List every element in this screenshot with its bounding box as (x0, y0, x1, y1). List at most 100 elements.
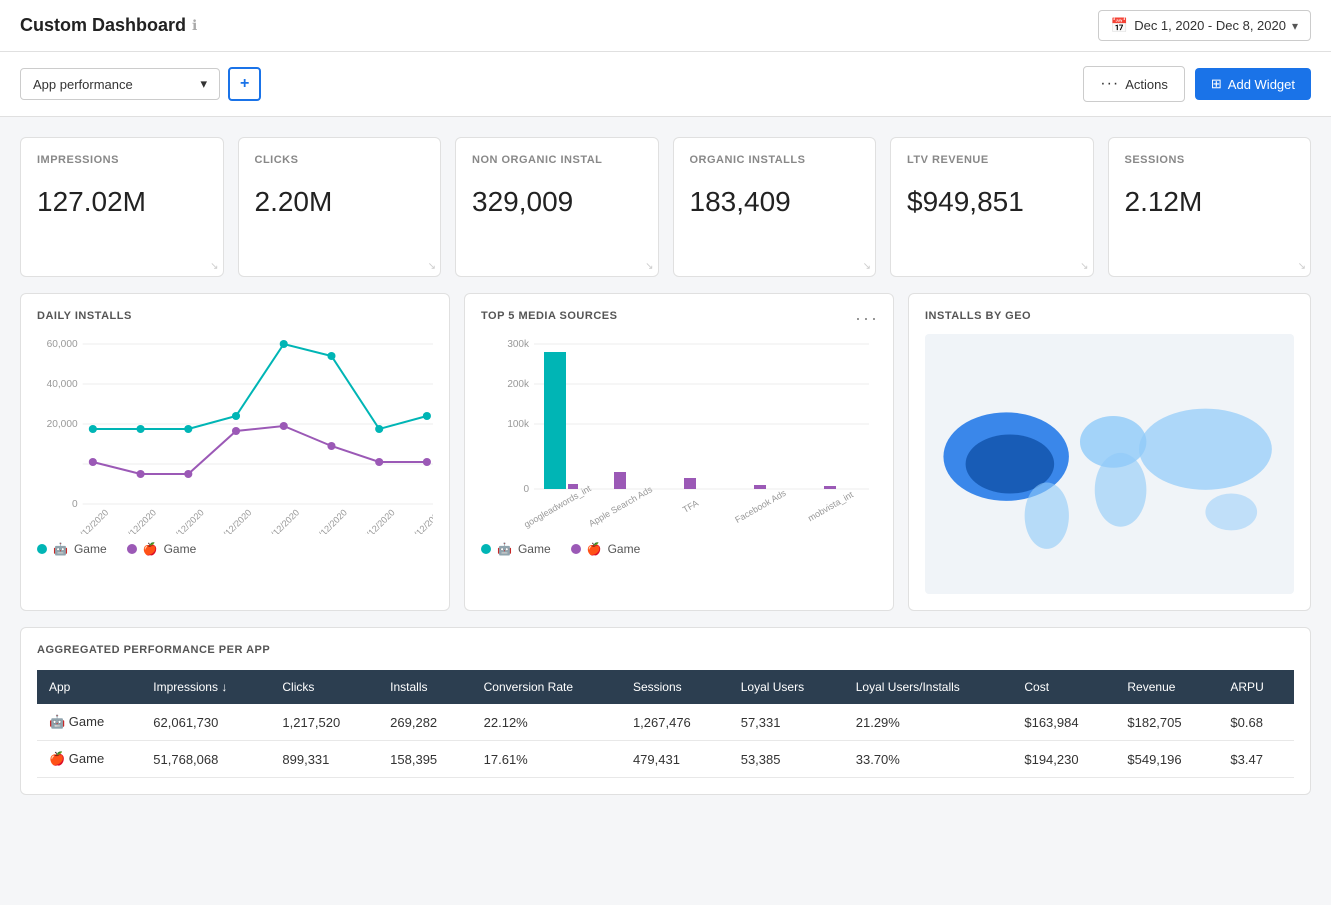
table-cell: 33.70% (844, 741, 1013, 778)
aggregated-table-section: AGGREGATED PERFORMANCE PER APP AppImpres… (20, 627, 1311, 795)
page-title: Custom Dashboard (20, 15, 186, 36)
legend-media-apple-icon: 🍎 (587, 542, 602, 556)
daily-installs-legend: 🤖 Game 🍎 Game (37, 542, 433, 556)
svg-text:Facebook Ads: Facebook Ads (733, 488, 788, 525)
th-clicks: Clicks (270, 670, 378, 704)
legend-media-android-icon: 🤖 (497, 542, 512, 556)
page-header: Custom Dashboard ℹ 📅 Dec 1, 2020 - Dec 8… (0, 0, 1331, 52)
svg-text:0: 0 (523, 484, 529, 495)
kpi-label: NON ORGANIC INSTAL (472, 154, 642, 166)
table-cell: $0.68 (1218, 704, 1294, 741)
table-cell: $163,984 (1012, 704, 1115, 741)
legend-media-android-label: Game (518, 542, 551, 556)
svg-text:Apple Search Ads: Apple Search Ads (587, 484, 654, 529)
svg-text:60,000: 60,000 (47, 339, 78, 350)
add-widget-button[interactable]: ⊞ Add Widget (1195, 68, 1311, 100)
legend-media-apple: 🍎 Game (571, 542, 641, 556)
legend-media-apple-label: Game (608, 542, 641, 556)
svg-text:05/12/2020: 05/12/2020 (262, 507, 301, 534)
world-map (925, 334, 1294, 594)
table-cell: 1,217,520 (270, 704, 378, 741)
installs-geo-title: INSTALLS BY GEO (925, 310, 1294, 322)
th-cost: Cost (1012, 670, 1115, 704)
add-widget-label: Add Widget (1228, 77, 1295, 92)
actions-label: Actions (1125, 77, 1168, 92)
kpi-card-organic-installs: ORGANIC INSTALLS 183,409 ↘ (673, 137, 877, 277)
date-range-label: Dec 1, 2020 - Dec 8, 2020 (1134, 18, 1286, 33)
th-loyal-users: Loyal Users (729, 670, 844, 704)
th-arpu: ARPU (1218, 670, 1294, 704)
actions-button[interactable]: ··· Actions (1083, 66, 1185, 102)
kpi-label: SESSIONS (1125, 154, 1295, 166)
top-media-area: 300k 200k 100k 0 googleadwor (481, 334, 877, 534)
bar-apple-1 (614, 472, 626, 489)
table-cell: 53,385 (729, 741, 844, 778)
legend-media-purple-dot (571, 544, 581, 554)
table-cell: 479,431 (621, 741, 729, 778)
th-app: App (37, 670, 141, 704)
resize-handle[interactable]: ↘ (428, 261, 436, 272)
kpi-card-non-organic-instal: NON ORGANIC INSTAL 329,009 ↘ (455, 137, 659, 277)
resize-handle[interactable]: ↘ (863, 261, 871, 272)
date-range-picker[interactable]: 📅 Dec 1, 2020 - Dec 8, 2020 ▾ (1098, 10, 1311, 41)
resize-handle[interactable]: ↘ (1298, 261, 1306, 272)
aggregated-table: AppImpressions ↓ClicksInstallsConversion… (37, 670, 1294, 778)
legend-teal-dot (37, 544, 47, 554)
table-cell: 22.12% (472, 704, 621, 741)
legend-apple-game: 🍎 Game (127, 542, 197, 556)
svg-text:06/12/2020: 06/12/2020 (310, 507, 349, 534)
legend-android-label: Game (74, 542, 107, 556)
resize-handle[interactable]: ↘ (1080, 261, 1088, 272)
th-sessions: Sessions (621, 670, 729, 704)
kpi-value: 183,409 (690, 186, 860, 218)
top-media-legend: 🤖 Game 🍎 Game (481, 542, 877, 556)
svg-text:02/12/2020: 02/12/2020 (119, 507, 158, 534)
table-cell: $194,230 (1012, 741, 1115, 778)
main-content: IMPRESSIONS 127.02M ↘ CLICKS 2.20M ↘ NON… (0, 117, 1331, 815)
svg-text:40,000: 40,000 (47, 379, 78, 390)
add-tab-button[interactable]: + (228, 67, 261, 101)
three-dots-menu[interactable]: ··· (855, 308, 879, 329)
table-row: 🤖 Game62,061,7301,217,520269,28222.12%1,… (37, 704, 1294, 741)
table-body: 🤖 Game62,061,7301,217,520269,28222.12%1,… (37, 704, 1294, 778)
resize-handle[interactable]: ↘ (645, 261, 653, 272)
table-cell: 🤖 Game (37, 704, 141, 741)
bar-apple-3 (754, 485, 766, 489)
top-media-chart: TOP 5 MEDIA SOURCES ··· 300k 200k 100k 0 (464, 293, 894, 611)
legend-android-icon: 🤖 (53, 542, 68, 556)
th-revenue: Revenue (1115, 670, 1218, 704)
svg-text:20,000: 20,000 (47, 419, 78, 430)
australia-region (1205, 494, 1257, 531)
info-icon[interactable]: ℹ (192, 17, 197, 34)
daily-installs-area: 60,000 40,000 20,000 0 (37, 334, 433, 534)
kpi-value: 2.20M (255, 186, 425, 218)
table-header: AppImpressions ↓ClicksInstallsConversion… (37, 670, 1294, 704)
kpi-value: 127.02M (37, 186, 207, 218)
table-cell: 158,395 (378, 741, 471, 778)
toolbar-right: ··· Actions ⊞ Add Widget (1083, 66, 1311, 102)
resize-handle[interactable]: ↘ (210, 261, 218, 272)
bar-android-0 (544, 352, 566, 489)
installs-geo-chart: INSTALLS BY GEO (908, 293, 1311, 611)
header-left: Custom Dashboard ℹ (20, 15, 197, 36)
kpi-value: 329,009 (472, 186, 642, 218)
kpi-value: 2.12M (1125, 186, 1295, 218)
sa-region (1025, 482, 1069, 548)
kpi-card-ltv-revenue: LTV REVENUE $949,851 ↘ (890, 137, 1094, 277)
legend-media-teal-dot (481, 544, 491, 554)
app-performance-select[interactable]: App performance ▾ (20, 68, 220, 100)
toolbar-left: App performance ▾ + (20, 67, 261, 101)
africa-region (1095, 453, 1147, 527)
actions-dots-icon: ··· (1100, 75, 1119, 93)
table-cell: 62,061,730 (141, 704, 270, 741)
app-select-label: App performance (33, 77, 133, 92)
kpi-card-clicks: CLICKS 2.20M ↘ (238, 137, 442, 277)
add-widget-icon: ⊞ (1211, 76, 1222, 92)
table-cell: 1,267,476 (621, 704, 729, 741)
th-impressions-[interactable]: Impressions ↓ (141, 670, 270, 704)
toolbar: App performance ▾ + ··· Actions ⊞ Add Wi… (0, 52, 1331, 117)
table-cell: $182,705 (1115, 704, 1218, 741)
kpi-label: LTV REVENUE (907, 154, 1077, 166)
chevron-down-icon: ▾ (1292, 19, 1298, 33)
table-cell: 899,331 (270, 741, 378, 778)
